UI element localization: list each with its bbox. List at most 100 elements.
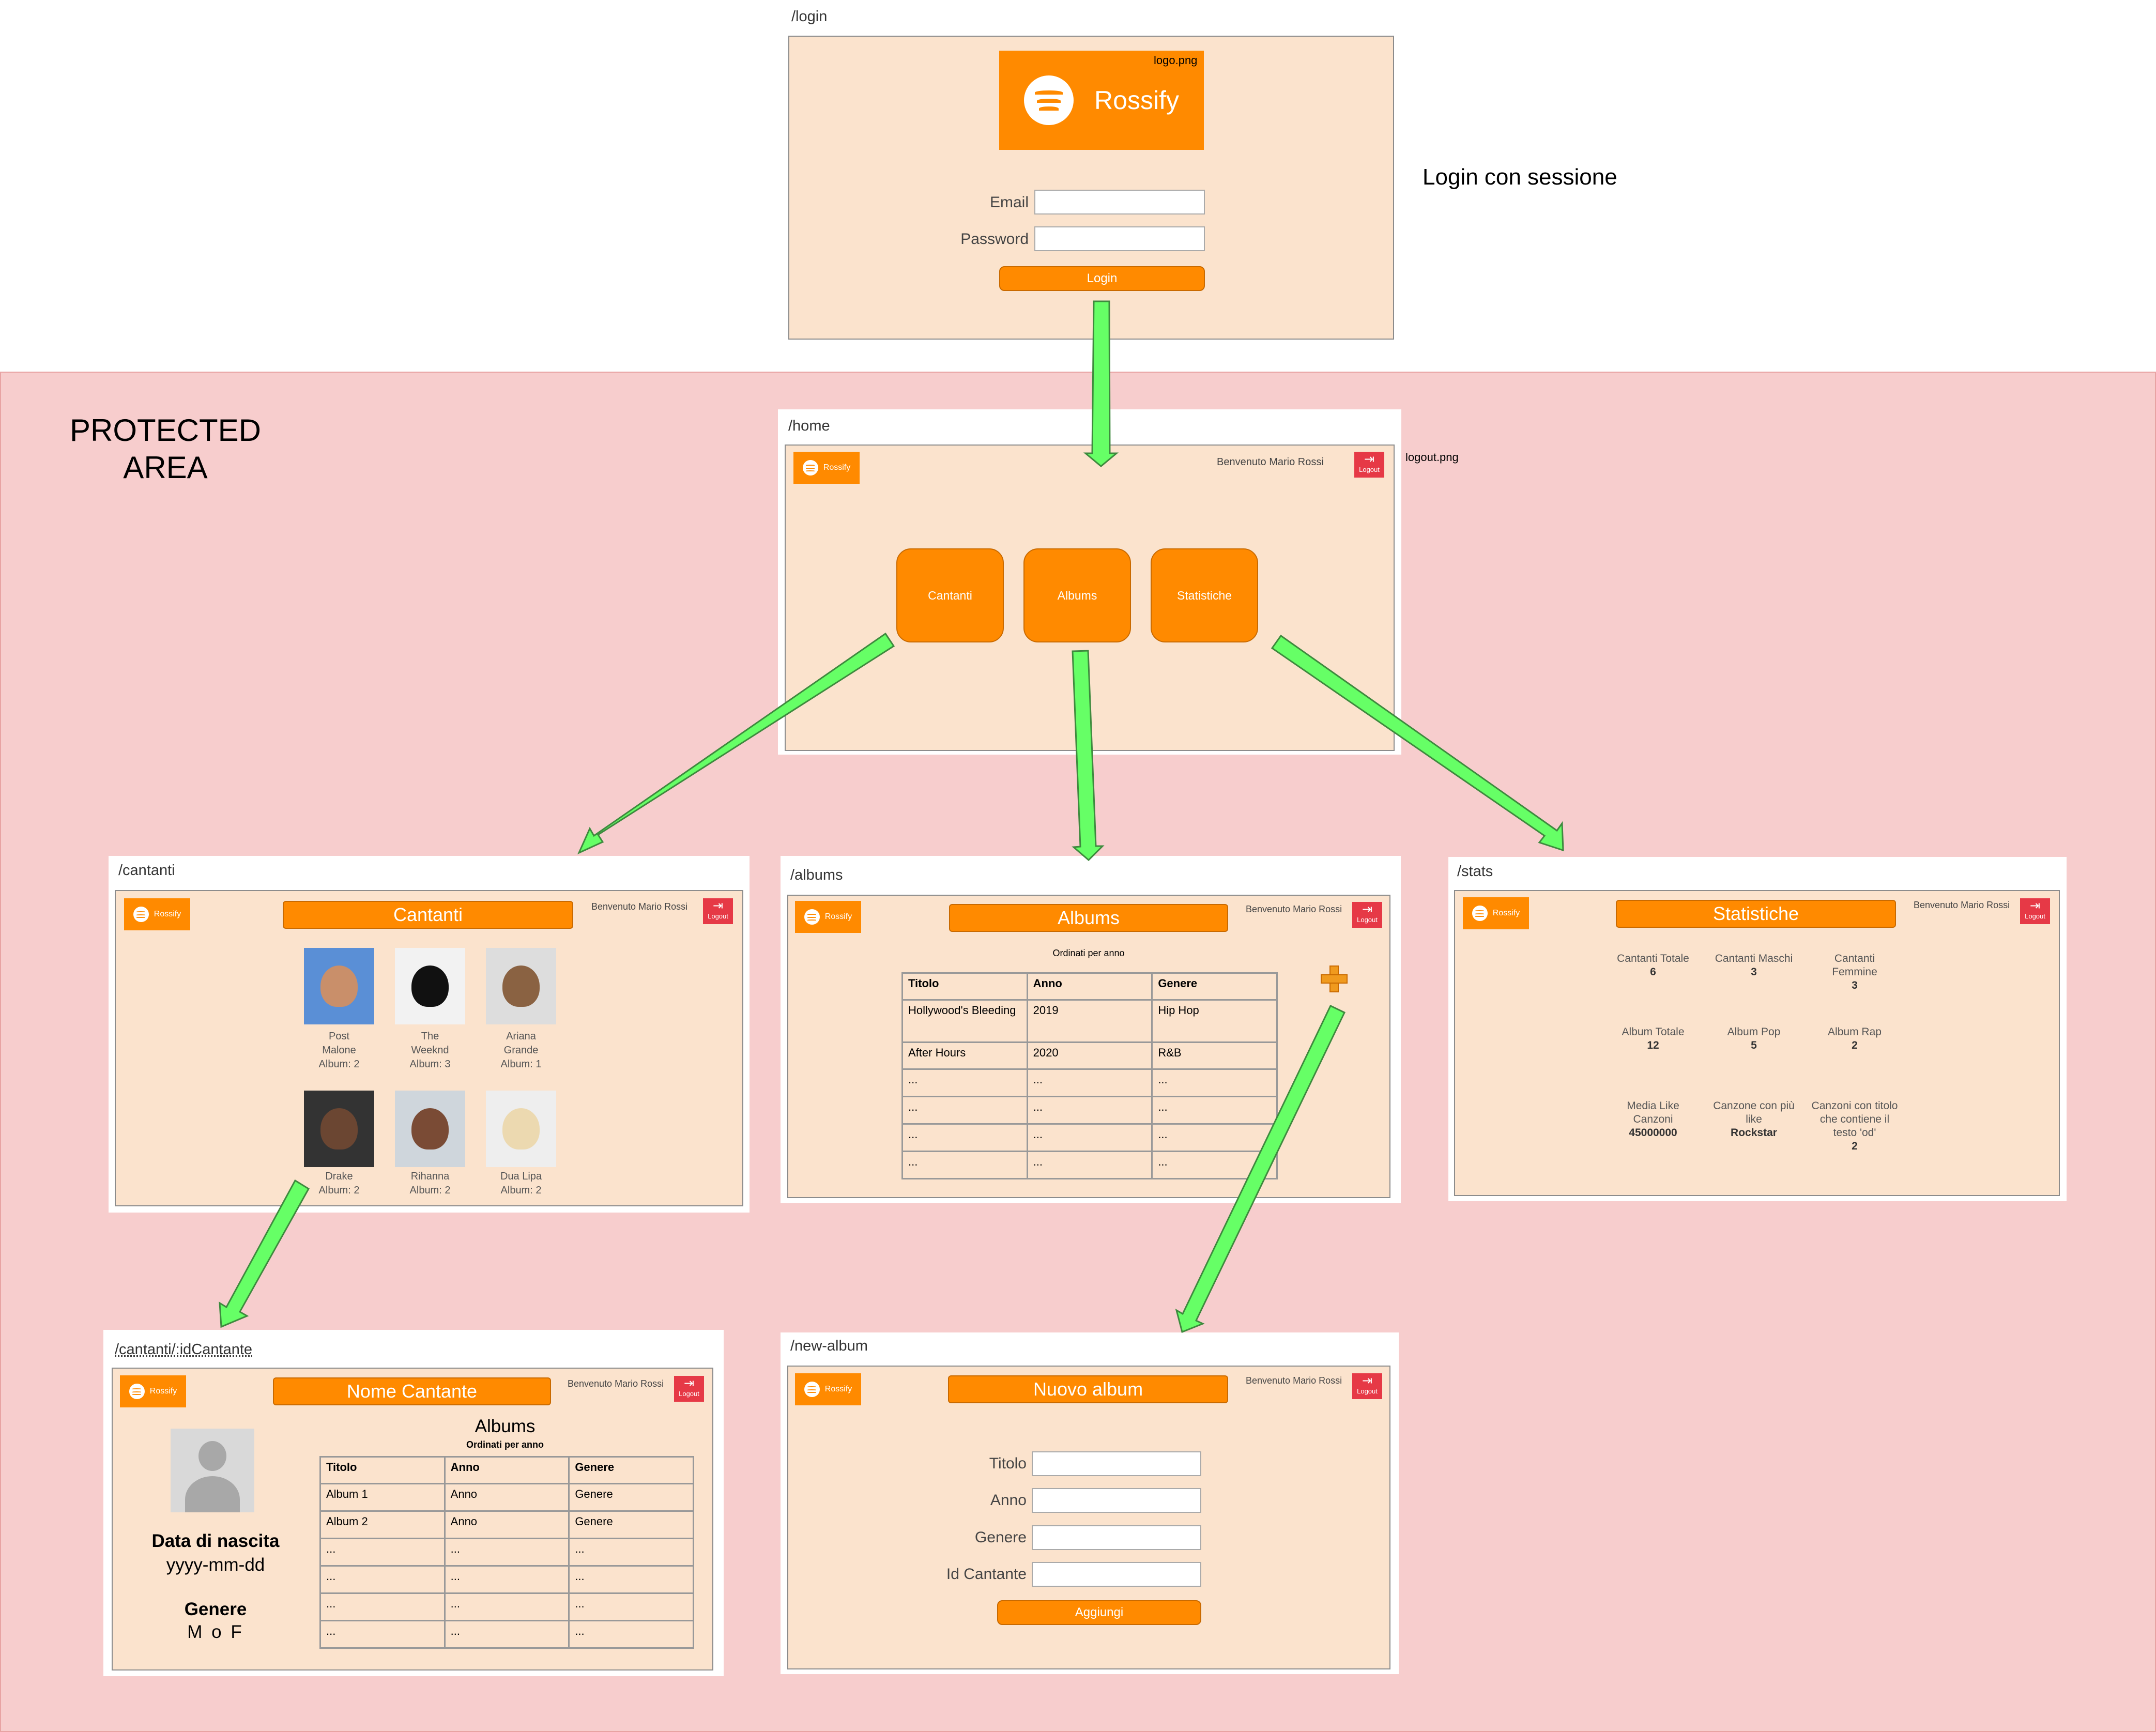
logout-icon: ⇥ [683, 1376, 695, 1390]
protected-area-label: PROTECTED AREA [69, 413, 262, 485]
brand-name: Rossify [1094, 86, 1179, 115]
table-row[interactable]: ......... [319, 1538, 694, 1567]
albums-heading: Albums [475, 1416, 536, 1436]
logout-button[interactable]: ⇥ Logout [2020, 898, 2050, 924]
table-row[interactable]: Hollywood's Bleeding 2019 Hip Hop [901, 999, 1278, 1043]
table-row[interactable]: Album 1 Anno Genere [319, 1483, 694, 1512]
genere-label: Genere [974, 1529, 1027, 1546]
table-row[interactable]: ......... [901, 1123, 1278, 1152]
new-album-title: Nuovo album [948, 1375, 1228, 1403]
stat-item: Media Like Canzoni 45000000 [1627, 1100, 1679, 1139]
table-row[interactable]: After Hours 2020 R&B [901, 1041, 1278, 1070]
albums-subtitle: Ordinati per anno [466, 1439, 544, 1450]
aggiungi-button[interactable]: Aggiungi [997, 1600, 1201, 1625]
singer-photo[interactable] [395, 1091, 465, 1167]
route-login: /login [791, 8, 828, 25]
col-header: Genere [1151, 972, 1278, 1001]
logout-file-label: logout.png [1405, 451, 1459, 464]
login-button[interactable]: Login [999, 266, 1205, 291]
cantanti-logo: Rossify [124, 898, 190, 930]
logo-file-label: logo.png [1154, 54, 1198, 67]
spotify-icon [804, 1382, 820, 1397]
welcome-text: Benvenuto Mario Rossi [1246, 904, 1342, 914]
gender-label: Genere [184, 1599, 247, 1619]
route-home: /home [788, 418, 830, 434]
anno-label: Anno [990, 1492, 1027, 1509]
logout-icon: ⇥ [712, 899, 724, 913]
email-field[interactable] [1034, 190, 1205, 214]
birth-date-value: yyyy-mm-dd [166, 1555, 265, 1575]
col-header: Genere [568, 1456, 694, 1484]
password-field[interactable] [1034, 226, 1205, 251]
singer-face [502, 1108, 540, 1149]
singer-photo[interactable] [304, 1091, 374, 1167]
singer-photo[interactable] [395, 948, 465, 1024]
logout-icon: ⇥ [1362, 902, 1373, 916]
titolo-field[interactable] [1032, 1451, 1201, 1476]
logout-button[interactable]: ⇥ Logout [1352, 902, 1382, 928]
home-logo: Rossify [793, 452, 860, 484]
menu-cantanti-button[interactable]: Cantanti [896, 548, 1004, 642]
col-header: Titolo [901, 972, 1028, 1001]
singer-caption: Drake Album: 2 [318, 1171, 360, 1196]
albums-subtitle: Ordinati per anno [1052, 948, 1125, 958]
anno-field[interactable] [1032, 1488, 1201, 1513]
spotify-icon [129, 1384, 145, 1399]
col-header: Anno [1026, 972, 1153, 1001]
gender-value: M o F [187, 1622, 244, 1642]
singer-face [411, 1108, 449, 1149]
singer-caption: The Weeknd Album: 3 [409, 1031, 451, 1070]
stat-item: Canzoni con titolo che contiene il testo… [1811, 1100, 1898, 1152]
cantanti-title: Cantanti [283, 901, 573, 929]
singer-albums-table: Titolo Anno Genere Album 1 Anno Genere Album… [319, 1456, 694, 1649]
menu-statistiche-button[interactable]: Statistiche [1151, 548, 1258, 642]
table-row[interactable]: ......... [901, 1096, 1278, 1125]
singer-photo[interactable] [486, 1091, 556, 1167]
menu-albums-button[interactable]: Albums [1023, 548, 1131, 642]
table-row[interactable]: ......... [319, 1620, 694, 1649]
singer-detail-title: Nome Cantante [273, 1377, 551, 1405]
table-row[interactable]: ......... [901, 1068, 1278, 1097]
logout-button[interactable]: ⇥ Logout [674, 1376, 704, 1402]
stat-item: Cantanti Femmine 3 [1832, 953, 1877, 991]
col-header: Titolo [319, 1456, 446, 1484]
id-cantante-field[interactable] [1032, 1562, 1201, 1587]
route-stats: /stats [1457, 863, 1493, 880]
email-label: Email [989, 194, 1029, 211]
spotify-icon [1472, 906, 1488, 921]
titolo-label: Titolo [989, 1455, 1027, 1472]
route-cantanti: /cantanti [118, 862, 175, 879]
route-new-album: /new-album [790, 1338, 868, 1354]
logout-icon: ⇥ [1362, 1374, 1373, 1388]
route-albums: /albums [790, 867, 843, 883]
col-header: Anno [444, 1456, 570, 1484]
singer-face [320, 965, 358, 1007]
singer-face [320, 1108, 358, 1149]
login-note: Login con sessione [1423, 164, 1617, 190]
singer-photo[interactable] [304, 948, 374, 1024]
singer-photo[interactable] [486, 948, 556, 1024]
new-album-logo: Rossify [795, 1373, 861, 1405]
avatar-placeholder [171, 1429, 254, 1512]
singer-caption: Dua Lipa Album: 2 [500, 1171, 542, 1196]
spotify-icon [804, 909, 820, 925]
genere-field[interactable] [1032, 1525, 1201, 1550]
add-album-icon[interactable] [1321, 965, 1348, 992]
stats-title: Statistiche [1616, 900, 1896, 928]
table-row[interactable]: ......... [319, 1592, 694, 1621]
birth-date-label: Data di nascita [151, 1531, 280, 1551]
logout-button[interactable]: ⇥ Logout [703, 898, 733, 924]
logout-icon: ⇥ [1364, 452, 1375, 466]
table-row[interactable]: ......... [319, 1565, 694, 1594]
table-row[interactable]: ......... [901, 1151, 1278, 1179]
stat-item: Cantanti Maschi 3 [1715, 953, 1793, 978]
stat-item: Album Totale 12 [1622, 1026, 1685, 1051]
stats-logo: Rossify [1463, 897, 1529, 929]
welcome-text: Benvenuto Mario Rossi [1217, 456, 1324, 468]
stat-item: Album Pop 5 [1727, 1026, 1781, 1051]
table-row[interactable]: Album 2 Anno Genere [319, 1510, 694, 1539]
route-singer-detail: /cantanti/:idCantante [115, 1341, 253, 1358]
singer-caption: Ariana Grande Album: 1 [500, 1031, 542, 1070]
logout-button[interactable]: ⇥ Logout [1352, 1373, 1382, 1399]
logout-button[interactable]: ⇥ Logout [1354, 452, 1384, 478]
